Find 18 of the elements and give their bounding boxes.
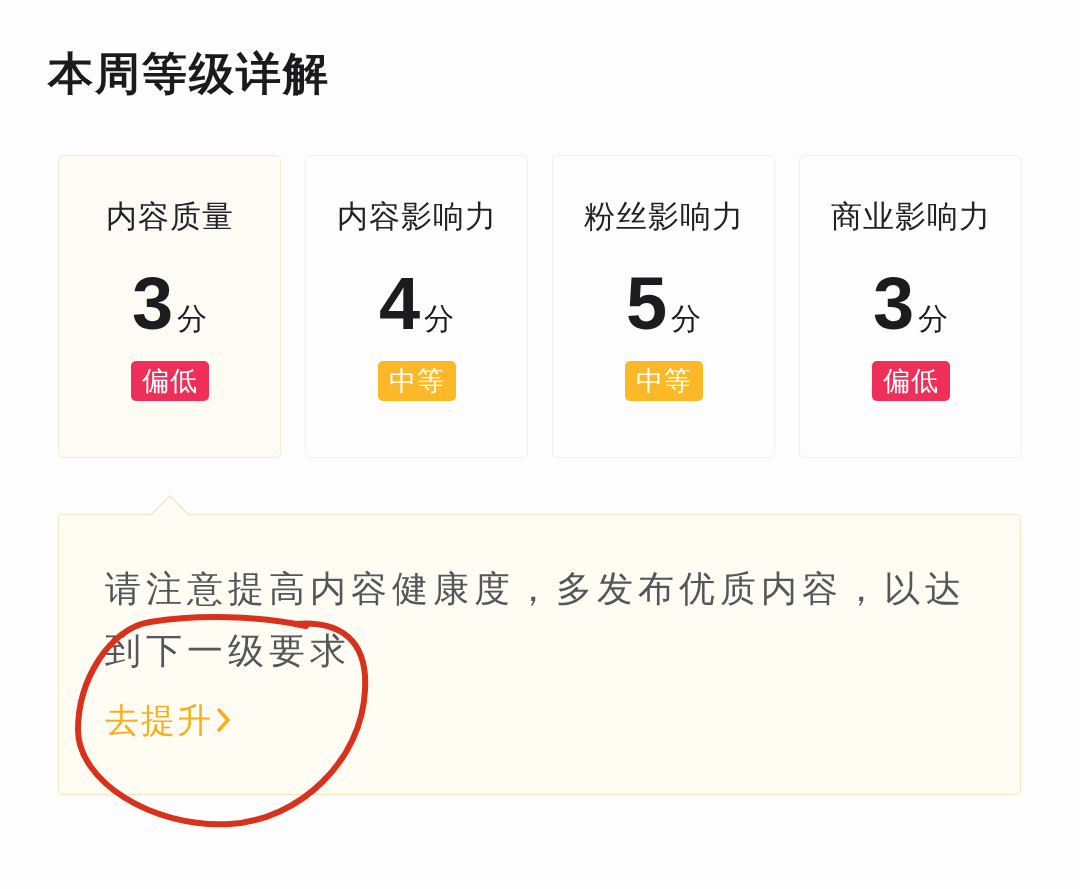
level-badge: 中等 <box>624 361 703 401</box>
level-badge: 偏低 <box>130 361 209 401</box>
chevron-right-icon <box>217 708 231 732</box>
score-card[interactable]: 内容影响力 4分 中等 <box>305 155 528 458</box>
score-card[interactable]: 粉丝影响力 5分 中等 <box>552 155 775 458</box>
card-label: 粉丝影响力 <box>583 198 744 234</box>
score-text: 3分 <box>131 264 208 344</box>
section-title: 本周等级详解 <box>48 48 330 100</box>
level-badge: 中等 <box>377 361 456 401</box>
score-card[interactable]: 商业影响力 3分 偏低 <box>799 155 1022 458</box>
level-badge: 偏低 <box>871 361 950 401</box>
score-text: 3分 <box>872 264 949 344</box>
card-label: 内容质量 <box>105 198 234 234</box>
card-label: 内容影响力 <box>336 198 497 234</box>
score-text: 4分 <box>378 264 455 344</box>
score-text: 5分 <box>625 264 702 344</box>
score-card[interactable]: 内容质量 3分 偏低 <box>58 155 281 458</box>
card-label: 商业影响力 <box>830 198 991 234</box>
